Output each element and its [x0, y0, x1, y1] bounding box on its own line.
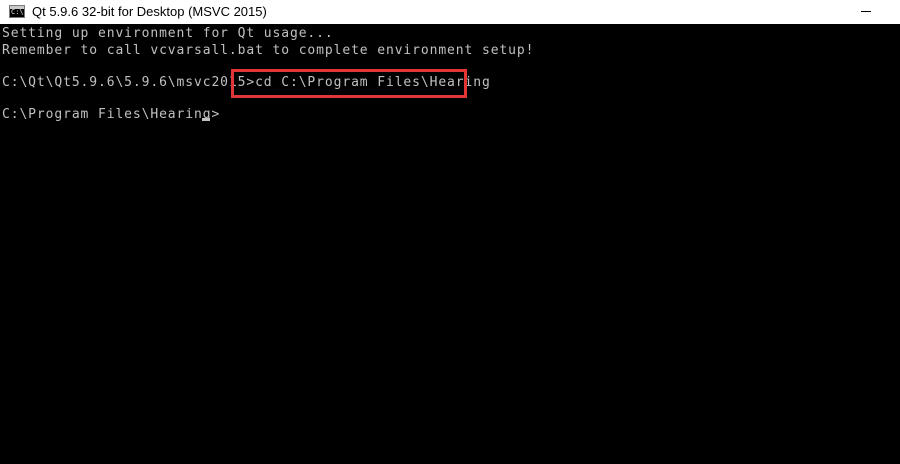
title-bar[interactable]: C:\ Qt 5.9.6 32-bit for Desktop (MSVC 20… [0, 0, 900, 24]
console-window: C:\ Qt 5.9.6 32-bit for Desktop (MSVC 20… [0, 0, 900, 464]
minimize-button[interactable] [844, 0, 890, 24]
console-line-setup: Setting up environment for Qt usage... [2, 26, 334, 41]
console-icon[interactable]: C:\ [9, 5, 25, 18]
command-highlight-box [231, 69, 467, 98]
console-prompt: C:\Program Files\Hearing> [2, 107, 221, 122]
minimize-icon [861, 11, 871, 12]
text-cursor [202, 118, 210, 121]
window-title: Qt 5.9.6 32-bit for Desktop (MSVC 2015) [32, 4, 267, 19]
console-line-reminder: Remember to call vcvarsall.bat to comple… [2, 43, 535, 58]
icon-glyph: C:\ [11, 8, 24, 16]
console-output[interactable]: Setting up environment for Qt usage... R… [0, 25, 900, 464]
